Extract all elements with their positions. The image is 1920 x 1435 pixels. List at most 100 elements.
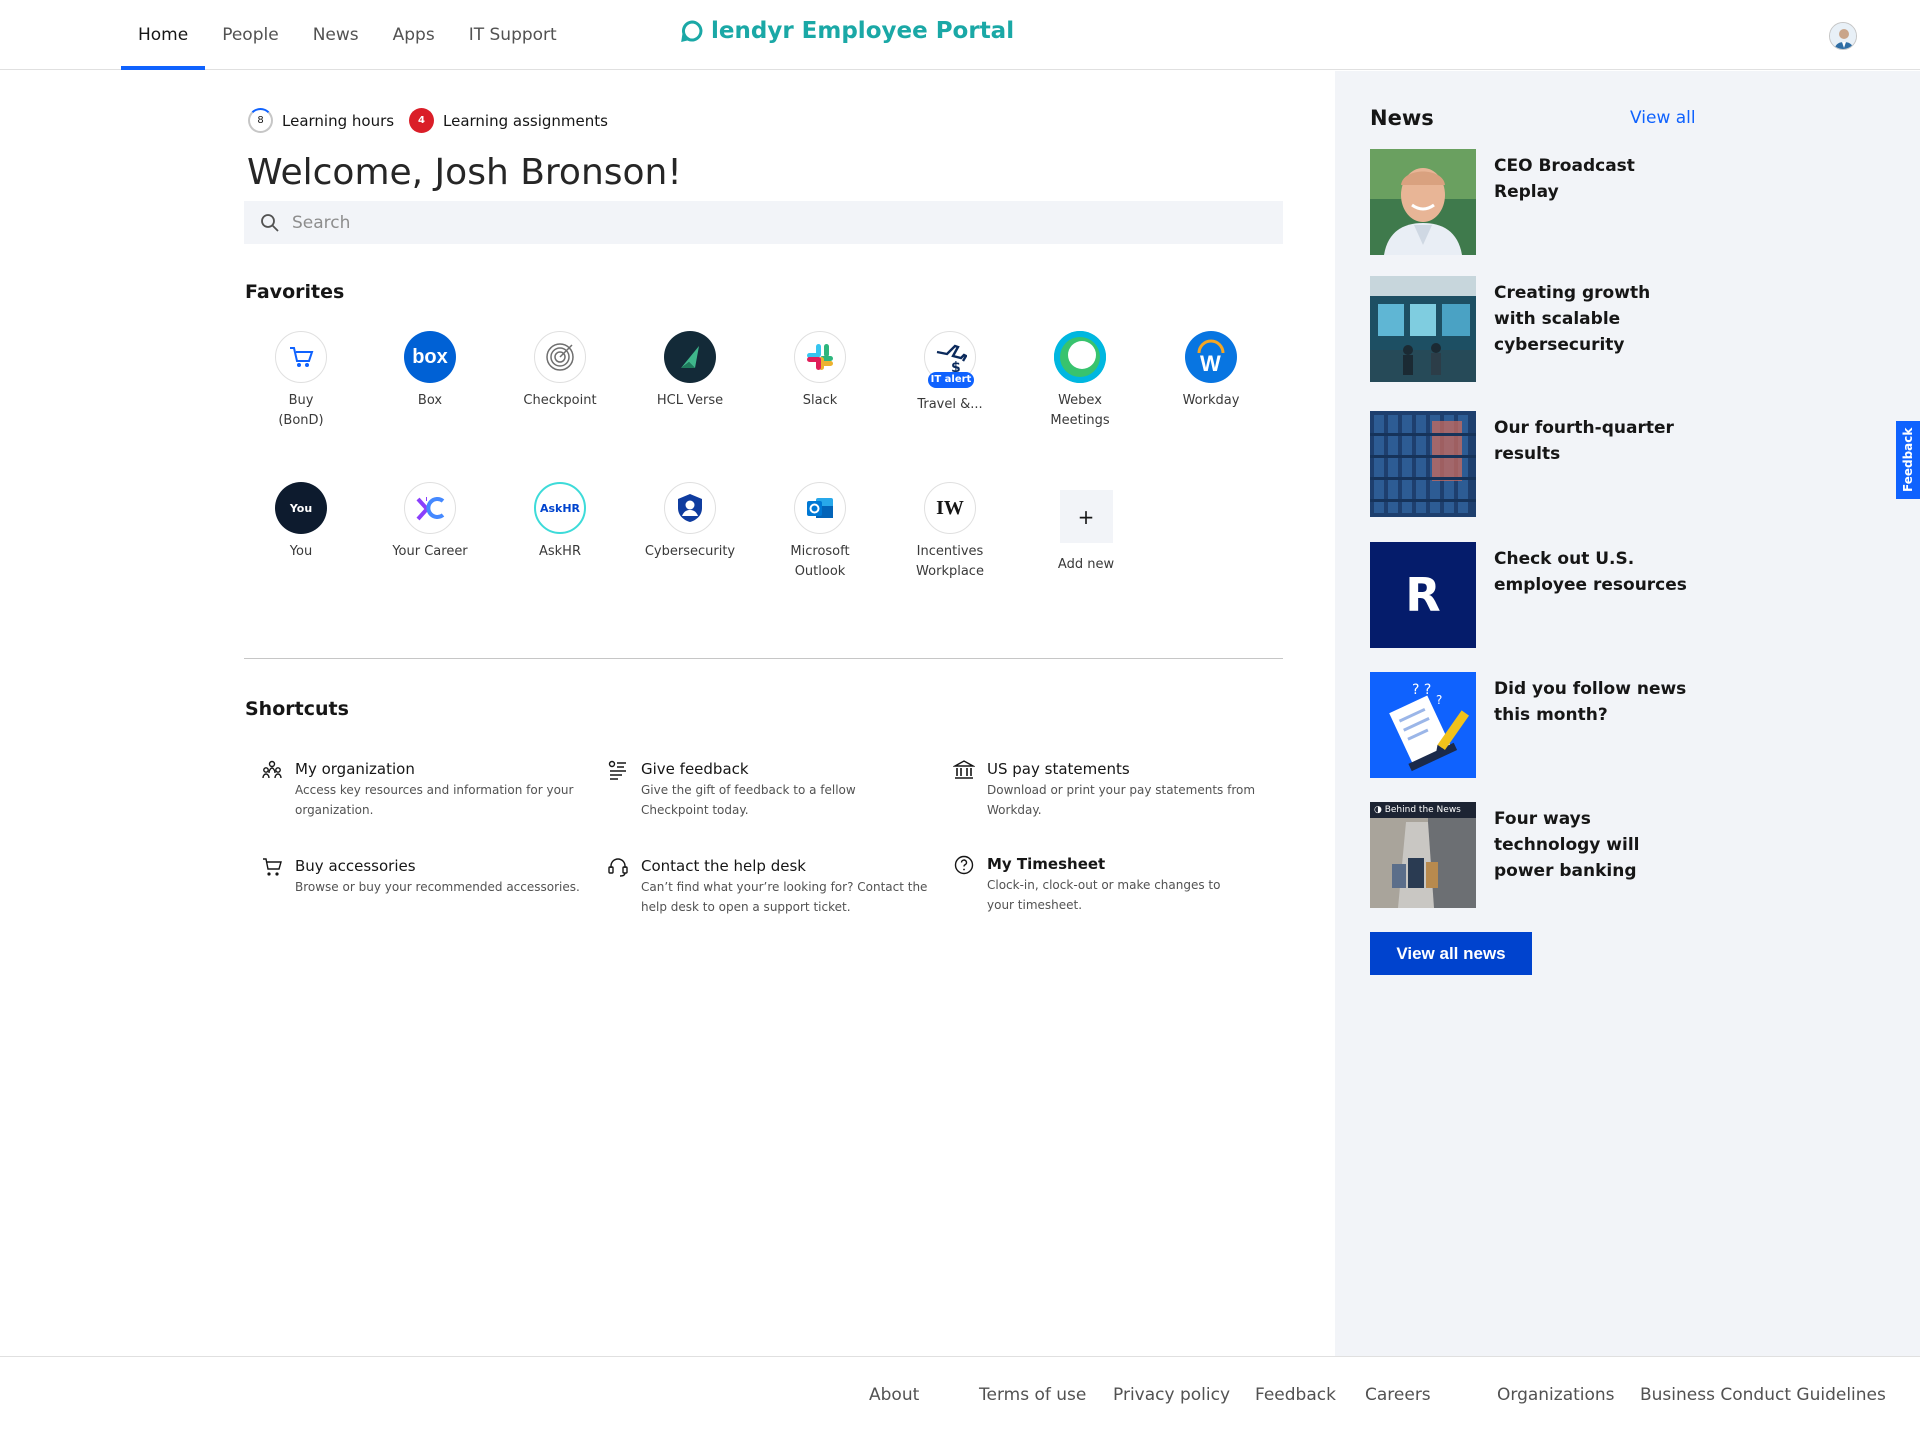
feedback-tab[interactable]: Feedback bbox=[1896, 421, 1920, 499]
svg-text:? ?: ? ? bbox=[1412, 682, 1431, 698]
nav-tab-it-support[interactable]: IT Support bbox=[452, 0, 574, 70]
favorite-buy-bond[interactable]: Buy (BonD) bbox=[246, 331, 356, 431]
shortcut-desc: Can’t find what your’re looking for? Con… bbox=[641, 880, 928, 914]
favorite-label: HCL Verse bbox=[656, 393, 724, 408]
favorites-title: Favorites bbox=[245, 281, 345, 303]
favorite-workday[interactable]: W Workday bbox=[1156, 331, 1266, 411]
favorite-your-career[interactable]: Your Career bbox=[375, 482, 485, 562]
nav-tab-home[interactable]: Home bbox=[121, 0, 206, 70]
brand-logo-icon bbox=[681, 20, 703, 42]
nav-tab-apps[interactable]: Apps bbox=[376, 0, 452, 70]
learning-hours[interactable]: 8 Learning hours bbox=[248, 108, 394, 133]
news-view-all-link[interactable]: View all bbox=[1630, 108, 1696, 128]
favorite-checkpoint[interactable]: Checkpoint bbox=[505, 331, 615, 411]
favorite-cybersecurity[interactable]: Cybersecurity bbox=[635, 482, 745, 562]
view-all-news-button[interactable]: View all news bbox=[1370, 932, 1532, 975]
favorite-incentives-workplace[interactable]: IW Incentives Workplace bbox=[895, 482, 1005, 582]
shortcut-desc: Browse or buy your recommended accessori… bbox=[295, 880, 580, 894]
news-thumb-letter: R bbox=[1370, 542, 1476, 648]
nav-tab-people[interactable]: People bbox=[205, 0, 295, 70]
favorite-slack[interactable]: Slack bbox=[765, 331, 875, 411]
workday-logo-icon: W bbox=[1185, 331, 1237, 383]
search-input[interactable] bbox=[292, 212, 1192, 233]
avatar[interactable] bbox=[1829, 22, 1857, 50]
askhr-logo-text: AskHR bbox=[539, 501, 581, 515]
shortcut-title: Contact the help desk bbox=[641, 857, 806, 875]
learning-assignments-badge: 4 bbox=[409, 108, 434, 133]
user-photo-icon bbox=[1830, 23, 1856, 49]
shortcut-title: My Timesheet bbox=[987, 855, 1106, 873]
shortcut-text: My organization Access key resources and… bbox=[295, 758, 591, 820]
favorite-outlook[interactable]: Microsoft Outlook bbox=[765, 482, 875, 582]
news-item-cybersecurity[interactable]: Creating growth with scalable cybersecur… bbox=[1370, 276, 1700, 382]
travel-expense-icon: $ IT alert bbox=[924, 331, 976, 388]
footer-link-business-conduct[interactable]: Business Conduct Guidelines bbox=[1640, 1385, 1886, 1405]
welcome-heading: Welcome, Josh Bronson! bbox=[247, 152, 682, 193]
you-logo-icon: You bbox=[275, 482, 327, 534]
shortcut-text: Contact the help desk Can’t find what yo… bbox=[641, 855, 941, 917]
your-career-logo-icon bbox=[404, 482, 456, 534]
shortcut-text: Buy accessories Browse or buy your recom… bbox=[295, 855, 580, 897]
shortcut-title: Give feedback bbox=[641, 760, 749, 778]
shortcut-desc: Clock-in, clock-out or make changes to y… bbox=[987, 878, 1221, 912]
news-item-title: Creating growth with scalable cybersecur… bbox=[1494, 283, 1651, 355]
shortcut-my-organization[interactable]: My organization Access key resources and… bbox=[261, 758, 591, 820]
askhr-logo-icon: AskHR bbox=[534, 482, 586, 534]
footer-link-about[interactable]: About bbox=[869, 1385, 919, 1405]
news-item-title: Our fourth-quarter results bbox=[1494, 418, 1674, 464]
add-new-favorite[interactable]: + Add new bbox=[1031, 490, 1141, 575]
shortcut-us-pay-statements[interactable]: US pay statements Download or print your… bbox=[953, 758, 1283, 820]
shortcut-give-feedback[interactable]: Give feedback Give the gift of feedback … bbox=[607, 758, 937, 820]
learning-assignments[interactable]: 4 Learning assignments bbox=[409, 108, 608, 133]
box-logo-icon: box bbox=[404, 331, 456, 383]
shortcut-text: My Timesheet Clock-in, clock-out or make… bbox=[987, 853, 1227, 915]
footer-link-feedback[interactable]: Feedback bbox=[1255, 1385, 1336, 1405]
favorite-hcl-verse[interactable]: HCL Verse bbox=[635, 331, 745, 411]
footer-link-privacy[interactable]: Privacy policy bbox=[1113, 1385, 1230, 1405]
news-item-fourth-quarter[interactable]: Our fourth-quarter results bbox=[1370, 411, 1700, 517]
search-bar[interactable] bbox=[244, 201, 1283, 244]
favorite-travel[interactable]: $ IT alert Travel &... bbox=[895, 331, 1005, 415]
news-thumb-portrait bbox=[1370, 149, 1476, 255]
favorite-label: Buy (BonD) bbox=[278, 393, 324, 428]
news-item-ceo-broadcast[interactable]: CEO Broadcast Replay bbox=[1370, 149, 1700, 255]
footer-link-organizations[interactable]: Organizations bbox=[1497, 1385, 1615, 1405]
favorite-label: Cybersecurity bbox=[644, 544, 736, 559]
headset-icon bbox=[608, 858, 628, 877]
nav-tab-news[interactable]: News bbox=[296, 0, 376, 70]
it-alert-badge: IT alert bbox=[928, 372, 974, 388]
footer-link-terms[interactable]: Terms of use bbox=[979, 1385, 1086, 1405]
add-new-label: Add new bbox=[1057, 557, 1115, 572]
footer-link-careers[interactable]: Careers bbox=[1365, 1385, 1431, 1405]
shortcut-buy-accessories[interactable]: Buy accessories Browse or buy your recom… bbox=[261, 855, 591, 897]
shield-user-icon bbox=[664, 482, 716, 534]
brand[interactable]: lendyr Employee Portal bbox=[681, 18, 1014, 44]
footer bbox=[0, 1356, 1920, 1435]
feedback-list-icon bbox=[608, 760, 626, 780]
shortcut-contact-help-desk[interactable]: Contact the help desk Can’t find what yo… bbox=[607, 855, 937, 917]
favorite-label: Your Career bbox=[392, 544, 468, 559]
target-icon bbox=[534, 331, 586, 383]
favorite-box[interactable]: box Box bbox=[375, 331, 485, 411]
favorite-label: Incentives Workplace bbox=[916, 544, 984, 579]
favorite-label: Travel &... bbox=[917, 397, 983, 412]
favorite-label: Slack bbox=[802, 393, 838, 408]
cart-icon bbox=[275, 331, 327, 383]
favorite-label: Workday bbox=[1182, 393, 1240, 408]
search-icon bbox=[261, 213, 279, 232]
verse-logo-icon bbox=[664, 331, 716, 383]
favorite-label: Webex Meetings bbox=[1050, 393, 1110, 428]
news-thumb-building bbox=[1370, 411, 1476, 517]
shortcut-text: Give feedback Give the gift of feedback … bbox=[641, 758, 861, 820]
favorite-webex[interactable]: Webex Meetings bbox=[1025, 331, 1135, 431]
webex-logo-icon bbox=[1054, 331, 1106, 383]
shortcut-my-timesheet[interactable]: My Timesheet Clock-in, clock-out or make… bbox=[953, 853, 1283, 915]
favorite-askhr[interactable]: AskHR AskHR bbox=[505, 482, 615, 562]
shortcut-desc: Download or print your pay statements fr… bbox=[987, 783, 1256, 817]
news-item-news-quiz[interactable]: ? ? ? Did you follow news this month? bbox=[1370, 672, 1700, 778]
shortcuts-title: Shortcuts bbox=[245, 698, 349, 720]
favorite-you[interactable]: You You bbox=[246, 482, 356, 562]
news-item-employee-resources[interactable]: R Check out U.S. employee resources bbox=[1370, 542, 1700, 648]
news-item-technology-banking[interactable]: ◑ Behind the News Four ways technology w… bbox=[1370, 802, 1700, 908]
brand-title: lendyr Employee Portal bbox=[711, 18, 1015, 44]
